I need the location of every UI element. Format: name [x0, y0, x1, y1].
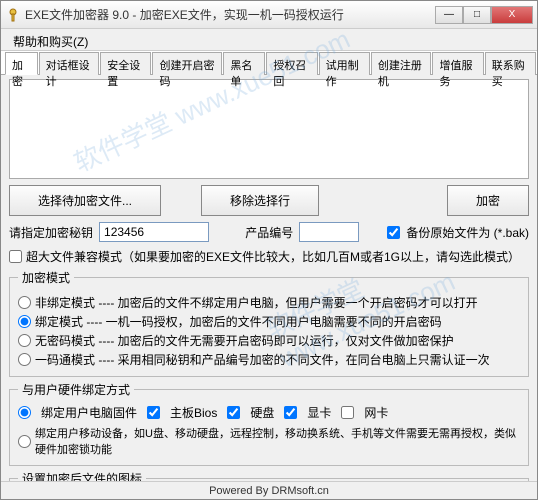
hw-net-checkbox[interactable]	[341, 406, 354, 419]
hw-bios-label: 主板Bios	[170, 404, 217, 421]
hw-net-label: 网卡	[364, 404, 388, 421]
hw-bind-group: 与用户硬件绑定方式 绑定用户电脑固件 主板Bios 硬盘 显卡 网卡 绑定用户移…	[9, 381, 529, 466]
tab-dialog-design[interactable]: 对话框设计	[39, 52, 100, 75]
remove-row-button[interactable]: 移除选择行	[201, 185, 319, 216]
hw-firmware-label: 绑定用户电脑固件	[41, 404, 137, 421]
hw-disk-label: 硬盘	[250, 404, 274, 421]
file-list[interactable]	[9, 79, 529, 179]
footer: Powered By DRMsoft.cn	[1, 481, 537, 499]
mode-nopass-radio[interactable]	[18, 334, 31, 347]
large-mode-checkbox[interactable]	[9, 250, 22, 263]
key-input[interactable]	[99, 222, 209, 242]
large-mode-row: 超大文件兼容模式（如果要加密的EXE文件比较大，比如几百M或者1G以上，请勾选此…	[9, 248, 529, 265]
window-controls: — □ X	[435, 6, 533, 24]
icon-legend: 设置加密后文件的图标	[18, 470, 146, 481]
icon-group: 设置加密后文件的图标 指定加密后文件的图标 (*.ico) 选择 使用默认图标	[9, 470, 529, 481]
key-row: 请指定加密秘钥 产品编号 备份原始文件为 (*.bak)	[9, 222, 529, 242]
titlebar: EXE文件加密器 9.0 - 加密EXE文件，实现一机一码授权运行 — □ X	[1, 1, 537, 29]
mode-bind-label: 绑定模式 ---- 一机一码授权，加密后的文件不同用户电脑需要不同的开启密码	[35, 313, 442, 330]
app-window: EXE文件加密器 9.0 - 加密EXE文件，实现一机一码授权运行 — □ X …	[0, 0, 538, 500]
mode-nopass-label: 无密码模式 ---- 加密后的文件无需要开启密码即可以运行，仅对文件做加密保护	[35, 332, 454, 349]
hw-gpu-label: 显卡	[307, 404, 331, 421]
mode-onecode-radio[interactable]	[18, 353, 31, 366]
encrypt-mode-legend: 加密模式	[18, 269, 74, 286]
tab-trial[interactable]: 试用制作	[319, 52, 370, 75]
hw-bind-legend: 与用户硬件绑定方式	[18, 381, 134, 398]
close-button[interactable]: X	[491, 6, 533, 24]
tab-security[interactable]: 安全设置	[100, 52, 151, 75]
hw-mobile-radio[interactable]	[18, 435, 31, 448]
tab-blacklist[interactable]: 黑名单	[223, 52, 265, 75]
menubar: 帮助和购买(Z)	[1, 29, 537, 51]
tab-revoke[interactable]: 授权召回	[266, 52, 317, 75]
encrypt-mode-group: 加密模式 非绑定模式 ---- 加密后的文件不绑定用户电脑，但用户需要一个开启密…	[9, 269, 529, 377]
tab-keygen[interactable]: 创建注册机	[371, 52, 432, 75]
content-area: 选择待加密文件... 移除选择行 加密 请指定加密秘钥 产品编号 备份原始文件为…	[1, 75, 537, 481]
menu-help-buy[interactable]: 帮助和购买(Z)	[7, 31, 94, 52]
tabbar: 加密 对话框设计 安全设置 创建开启密码 黑名单 授权召回 试用制作 创建注册机…	[1, 51, 537, 75]
product-no-input[interactable]	[299, 222, 359, 242]
action-buttons: 选择待加密文件... 移除选择行 加密	[9, 185, 529, 216]
tab-services[interactable]: 增值服务	[432, 52, 483, 75]
mode-bind-radio[interactable]	[18, 315, 31, 328]
tab-create-password[interactable]: 创建开启密码	[152, 52, 222, 75]
encrypt-button[interactable]: 加密	[447, 185, 529, 216]
hw-disk-checkbox[interactable]	[227, 406, 240, 419]
mode-nonbind-label: 非绑定模式 ---- 加密后的文件不绑定用户电脑，但用户需要一个开启密码才可以打…	[35, 294, 478, 311]
tab-encrypt[interactable]: 加密	[5, 52, 38, 75]
hw-bios-checkbox[interactable]	[147, 406, 160, 419]
large-mode-label: 超大文件兼容模式（如果要加密的EXE文件比较大，比如几百M或者1G以上，请勾选此…	[26, 248, 520, 265]
hw-firmware-radio[interactable]	[18, 406, 31, 419]
window-title: EXE文件加密器 9.0 - 加密EXE文件，实现一机一码授权运行	[25, 6, 435, 23]
backup-label: 备份原始文件为 (*.bak)	[406, 224, 529, 241]
backup-checkbox[interactable]	[387, 226, 400, 239]
app-icon	[5, 7, 21, 23]
minimize-button[interactable]: —	[435, 6, 463, 24]
hw-mobile-label: 绑定用户移动设备，如U盘、移动硬盘，远程控制，移动换系统、手机等文件需要无需再授…	[35, 425, 520, 457]
tab-contact[interactable]: 联系购买	[485, 52, 536, 75]
hw-gpu-checkbox[interactable]	[284, 406, 297, 419]
select-file-button[interactable]: 选择待加密文件...	[9, 185, 161, 216]
maximize-button[interactable]: □	[463, 6, 491, 24]
key-label: 请指定加密秘钥	[9, 224, 93, 241]
product-no-label: 产品编号	[245, 224, 293, 241]
mode-onecode-label: 一码通模式 ---- 采用相同秘钥和产品编号加密的不同文件，在同台电脑上只需认证…	[35, 351, 490, 368]
mode-nonbind-radio[interactable]	[18, 296, 31, 309]
